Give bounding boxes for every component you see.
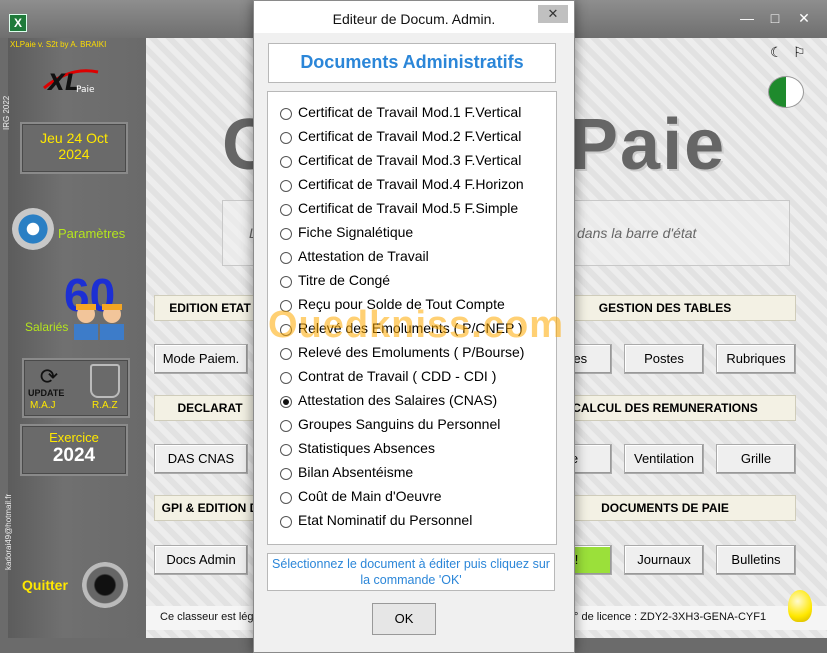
document-option-label: Statistiques Absences: [298, 440, 435, 456]
radio-button[interactable]: [280, 108, 292, 120]
radio-button[interactable]: [280, 444, 292, 456]
mode-paiem-button[interactable]: Mode Paiem.: [154, 344, 248, 374]
document-option-label: Certificat de Travail Mod.5 F.Simple: [298, 200, 519, 216]
update-label[interactable]: M.A.J: [30, 400, 56, 411]
radio-button[interactable]: [280, 372, 292, 384]
ventilation-button[interactable]: Ventilation: [624, 444, 704, 474]
author-email: kadorai49@hotmail.fr: [4, 493, 13, 570]
update-reset-box: ⟳ UPDATE M.A.J R.A.Z: [22, 358, 130, 418]
lightbulb-icon[interactable]: [788, 590, 812, 622]
grille-button[interactable]: Grille: [716, 444, 796, 474]
document-option-label: Certificat de Travail Mod.3 F.Vertical: [298, 152, 522, 168]
bulletins-button[interactable]: Bulletins: [716, 545, 796, 575]
footer-left-text: Ce classeur est lég: [160, 611, 254, 623]
brand-text: XLPaie v. S2t by A. BRAIKI: [10, 40, 107, 49]
header-edition: EDITION ETAT: [154, 295, 266, 321]
radio-button[interactable]: [280, 252, 292, 264]
radio-button[interactable]: [280, 180, 292, 192]
document-option-label: Attestation de Travail: [298, 248, 429, 264]
rubriques-button[interactable]: Rubriques: [716, 344, 796, 374]
dialog-title: Editeur de Docum. Admin.: [254, 1, 574, 33]
radio-button[interactable]: [280, 468, 292, 480]
document-option-label: Bilan Absentéisme: [298, 464, 414, 480]
docs-admin-button[interactable]: Docs Admin: [154, 545, 248, 575]
document-option-label: Coût de Main d'Oeuvre: [298, 488, 442, 504]
das-cnas-button[interactable]: DAS CNAS: [154, 444, 248, 474]
reset-label[interactable]: R.A.Z: [92, 400, 118, 411]
header-declar: DECLARAT: [154, 395, 266, 421]
date-line2: 2024: [58, 146, 90, 162]
radio-button[interactable]: [280, 156, 292, 168]
date-box: Jeu 24 Oct 2024: [20, 122, 128, 174]
document-option-label: Titre de Congé: [298, 272, 391, 288]
update-icon[interactable]: ⟳: [34, 364, 64, 389]
radio-button[interactable]: [280, 516, 292, 528]
watermark-text: Ouedkniss.com: [268, 304, 564, 346]
employees-label: Salariés: [25, 320, 69, 334]
update-title[interactable]: UPDATE: [28, 388, 64, 398]
document-option-label: Certificat de Travail Mod.2 F.Vertical: [298, 128, 522, 144]
document-option-label: Certificat de Travail Mod.4 F.Horizon: [298, 176, 524, 192]
power-icon[interactable]: [82, 562, 128, 608]
excel-icon[interactable]: X: [9, 14, 27, 32]
dialog-heading: Documents Administratifs: [300, 52, 524, 72]
radio-button[interactable]: [280, 204, 292, 216]
document-option-label: Fiche Signalétique: [298, 224, 414, 240]
document-option-label: Groupes Sanguins du Personnel: [298, 416, 501, 432]
dialog-heading-frame: Documents Administratifs: [268, 43, 556, 83]
status-hint: dans la barre d'état: [577, 225, 697, 241]
exercise-label: Exercice: [49, 430, 99, 445]
maximize-button[interactable]: □: [764, 10, 786, 26]
radio-button[interactable]: [280, 420, 292, 432]
flag-outline-icon[interactable]: ⚐: [793, 44, 806, 61]
exercise-box: Exercice 2024: [20, 424, 128, 476]
gear-icon[interactable]: [12, 208, 54, 250]
svg-text:Paie: Paie: [76, 85, 95, 95]
title-paie: Paie: [570, 105, 727, 185]
radio-button[interactable]: [280, 492, 292, 504]
minimize-button[interactable]: —: [736, 10, 758, 26]
document-option-label: Etat Nominatif du Personnel: [298, 512, 473, 528]
ok-button[interactable]: OK: [372, 603, 436, 635]
document-option-label: Attestation des Salaires (CNAS): [298, 392, 498, 408]
quit-label[interactable]: Quitter: [22, 577, 68, 593]
close-window-button[interactable]: ✕: [793, 10, 815, 26]
algeria-flag-icon: [768, 76, 804, 108]
license-text: ° de licence : ZDY2-3XH3-GENA-CYF1: [574, 611, 767, 623]
radio-button[interactable]: [280, 228, 292, 240]
employees-icon: [74, 304, 124, 340]
radio-button[interactable]: [280, 276, 292, 288]
radio-button[interactable]: [280, 396, 292, 408]
document-option-label: Contrat de Travail ( CDD - CDI ): [298, 368, 497, 384]
dialog-close-button[interactable]: ✕: [538, 5, 568, 23]
exercise-year: 2024: [52, 445, 96, 466]
journaux-button[interactable]: Journaux: [624, 545, 704, 575]
svg-text:XL: XL: [46, 71, 79, 96]
trash-icon[interactable]: [90, 364, 120, 398]
header-gpi: GPI & EDITION D: [154, 495, 266, 521]
moon-icon[interactable]: ☾: [770, 44, 783, 61]
date-line1: Jeu 24 Oct: [40, 130, 108, 146]
params-link[interactable]: Paramètres: [58, 226, 125, 241]
dialog-hint: Sélectionnez le document à éditer puis c…: [267, 553, 555, 591]
side-vertical-text: IRG 2022: [2, 95, 11, 130]
app-logo: XL Paie: [43, 69, 99, 96]
postes-button[interactable]: Postes: [624, 344, 704, 374]
radio-button[interactable]: [280, 132, 292, 144]
radio-button[interactable]: [280, 348, 292, 360]
document-option-label: Certificat de Travail Mod.1 F.Vertical: [298, 104, 522, 120]
